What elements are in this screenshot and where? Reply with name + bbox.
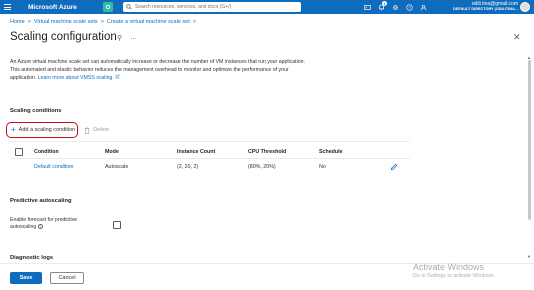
search-input[interactable] — [135, 4, 295, 10]
learn-more-text: Learn more about VMSS scaling. — [37, 75, 114, 81]
breadcrumb-separator: > — [100, 19, 104, 25]
global-search[interactable] — [123, 2, 301, 12]
search-icon — [126, 4, 132, 10]
avatar[interactable] — [520, 2, 530, 12]
predictive-autoscaling-heading: Predictive autoscaling — [10, 198, 72, 204]
breadcrumb-separator: > — [27, 19, 31, 25]
save-button[interactable]: Save — [10, 272, 42, 284]
scaling-toolbar: + Add a scaling condition Delete — [6, 122, 109, 138]
copilot-icon[interactable] — [103, 2, 113, 12]
menu-icon[interactable] — [0, 0, 14, 14]
divider — [10, 141, 410, 142]
divider — [10, 158, 410, 159]
settings-icon[interactable] — [391, 3, 399, 11]
cell-cpu-threshold: (80%, 20%) — [248, 164, 276, 170]
account-menu[interactable]: odili.tina@gmail.com DEFAULT DIRECTORY (… — [448, 1, 518, 12]
cell-mode: Autoscale — [105, 164, 129, 170]
breadcrumb-separator: > — [192, 19, 196, 25]
cancel-button[interactable]: Cancel — [50, 272, 84, 284]
diagnostic-logs-heading: Diagnostic logs — [10, 255, 54, 261]
close-icon[interactable]: ✕ — [513, 32, 521, 43]
breadcrumb: Home > Virtual machine scale sets > Crea… — [10, 19, 196, 25]
more-options-icon[interactable]: … — [130, 34, 137, 42]
scrollbar-thumb[interactable] — [528, 60, 531, 220]
external-link-icon — [116, 74, 120, 79]
account-directory: DEFAULT DIRECTORY (ODILITINA... — [453, 7, 518, 11]
delete-button[interactable]: Delete — [84, 126, 110, 134]
add-scaling-condition-label: Add a scaling condition — [18, 127, 76, 133]
predictive-autoscaling-text: Enable forecast for predictive autoscali… — [10, 217, 78, 230]
activate-windows-watermark: Activate Windows Go to Settings to activ… — [413, 262, 495, 279]
help-icon[interactable]: ? — [405, 3, 413, 11]
learn-more-link[interactable]: Learn more about VMSS scaling. — [37, 74, 121, 81]
edit-icon[interactable] — [390, 163, 398, 171]
cell-schedule: No — [319, 164, 326, 170]
condition-link[interactable]: Default condition — [34, 164, 73, 170]
pin-icon[interactable]: ⚲ — [117, 34, 122, 42]
brand-title[interactable]: Microsoft Azure — [28, 4, 77, 11]
column-header-schedule[interactable]: Schedule — [319, 149, 343, 155]
info-icon[interactable]: i — [37, 224, 43, 230]
column-header-mode[interactable]: Mode — [105, 149, 119, 155]
breadcrumb-home[interactable]: Home — [10, 19, 25, 25]
add-scaling-condition-button[interactable]: + Add a scaling condition — [6, 122, 79, 138]
delete-label: Delete — [93, 127, 110, 133]
svg-text:?: ? — [408, 4, 411, 9]
cell-instance-count: (2, 20, 2) — [177, 164, 199, 170]
breadcrumb-vmss[interactable]: Virtual machine scale sets — [34, 19, 98, 25]
feedback-icon[interactable] — [419, 3, 427, 11]
table-header: Condition Mode Instance Count CPU Thresh… — [0, 148, 534, 158]
notification-badge: 1 — [382, 1, 387, 6]
breadcrumb-create-vmss[interactable]: Create a virtual machine scale set — [107, 19, 190, 25]
trash-icon — [84, 126, 90, 134]
page-description: An Azure virtual machine scale set can a… — [10, 59, 310, 83]
predictive-autoscaling-label: Enable forecast for predictive autoscali… — [10, 217, 100, 231]
notifications-icon[interactable]: 1 — [377, 1, 387, 11]
watermark-subtitle: Go to Settings to activate Windows. — [413, 273, 495, 279]
top-bar: Microsoft Azure 1 ? odili.tina@gmail.com… — [0, 0, 534, 14]
select-all-checkbox[interactable] — [15, 148, 23, 156]
page-title: Scaling configuration — [10, 31, 117, 43]
column-header-cpu-threshold[interactable]: CPU Threshold — [248, 149, 286, 155]
scroll-down-icon[interactable]: ▼ — [527, 254, 531, 259]
cloud-shell-icon[interactable] — [363, 3, 371, 11]
scaling-conditions-heading: Scaling conditions — [10, 108, 62, 114]
table-row: Default condition Autoscale (2, 20, 2) (… — [0, 163, 534, 173]
column-header-condition[interactable]: Condition — [34, 149, 59, 155]
column-header-instance-count[interactable]: Instance Count — [177, 149, 215, 155]
add-icon: + — [11, 125, 16, 134]
watermark-title: Activate Windows — [413, 262, 485, 272]
predictive-autoscaling-checkbox[interactable] — [113, 221, 121, 229]
